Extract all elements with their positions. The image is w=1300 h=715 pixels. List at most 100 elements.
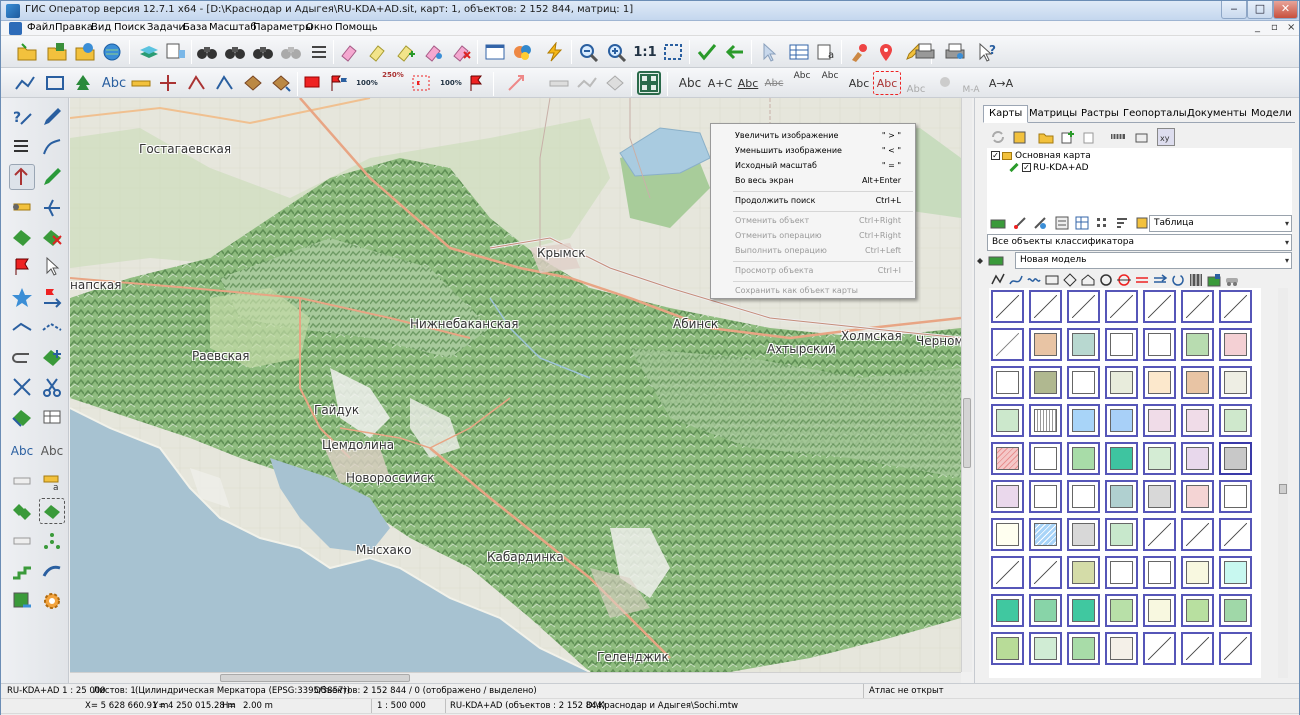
symbol-swatch[interactable] [1219,328,1252,361]
symbol-swatch[interactable] [1181,442,1214,475]
symbol-swatch[interactable] [1143,632,1176,665]
mdi-minimize-button[interactable]: _ [1255,22,1260,33]
menu-item-save-as-map-object[interactable]: Сохранить как объект карты [711,283,915,298]
symbol-swatch[interactable] [1029,328,1062,361]
vertex-tool-icon[interactable] [9,164,35,190]
pencil-green-icon[interactable] [39,164,65,190]
menu-item-full-screen[interactable]: Во весь экран Alt+Enter [711,173,915,188]
scissors-icon[interactable] [39,374,65,400]
menu-item-cancel-object[interactable]: Отменить объект Ctrl+Right [711,213,915,228]
scroll-thumb[interactable] [1279,484,1287,494]
symbol-swatch[interactable] [1181,328,1214,361]
zoom-250-button[interactable]: 250% [381,71,405,95]
merge-disabled-button[interactable]: M-A [959,71,983,95]
symbol-swatch[interactable] [1105,632,1138,665]
model-icon[interactable] [987,251,1005,269]
pattern-type-icon[interactable] [1187,271,1205,289]
symbol-swatch[interactable] [1105,556,1138,589]
star-tool-icon[interactable] [9,284,35,310]
full-extent-icon[interactable] [661,40,685,64]
symbol-swatch[interactable] [1067,328,1100,361]
checkmark-icon[interactable] [695,40,719,64]
pointer-icon[interactable] [757,40,781,64]
flag-arrow-icon[interactable] [39,284,65,310]
menu-help[interactable]: Помощь [335,22,378,33]
symbol-swatch[interactable] [991,480,1024,513]
view-mode-select[interactable]: Таблица ▾ [1149,215,1292,232]
binoculars-search-icon[interactable] [223,40,247,64]
table-edit-icon[interactable] [39,404,65,430]
abc-disabled-button[interactable]: Abc [903,71,929,95]
object-sort-icon[interactable] [1113,214,1131,232]
text-doc-icon[interactable]: a [815,40,839,64]
binoculars-icon[interactable] [195,40,219,64]
abc-label-button[interactable]: Abc [675,71,705,95]
object-list-icon[interactable] [1053,214,1071,232]
flag-icon[interactable] [465,71,489,95]
symbol-swatch[interactable] [991,594,1024,627]
menu-scale[interactable]: Масштаб [209,22,257,33]
menu-item-view-object[interactable]: Просмотр объекта Ctrl+I [711,263,915,278]
arrows-type-icon[interactable] [1151,271,1169,289]
map-export-icon[interactable] [9,588,35,614]
menu-database[interactable]: База [183,22,207,33]
back-arrow-icon[interactable] [723,40,747,64]
symbol-swatch[interactable] [1219,442,1252,475]
open-map-icon[interactable] [45,40,69,64]
label-tool-button[interactable]: Abc [9,438,35,464]
table-view-icon[interactable] [787,40,811,64]
symbol-swatch[interactable] [1181,480,1214,513]
symbol-swatch[interactable] [1143,366,1176,399]
symbol-swatch[interactable] [1067,366,1100,399]
symbol-swatch[interactable] [1219,632,1252,665]
symbol-swatch[interactable] [1181,594,1214,627]
delete-vertex-icon[interactable] [39,224,65,250]
line-disabled-icon[interactable] [575,71,599,95]
symbol-swatch[interactable] [1029,442,1062,475]
open-folder-icon[interactable] [15,40,39,64]
symbol-swatch[interactable] [1143,518,1176,551]
symbol-swatch[interactable] [1143,290,1176,323]
map-list-icon[interactable] [1011,128,1029,146]
list-icon[interactable] [307,40,331,64]
menu-edit[interactable]: Правка [55,22,93,33]
add-object-icon[interactable] [393,40,417,64]
settings-gear-icon[interactable] [39,588,65,614]
grid-view-icon[interactable] [637,71,661,95]
mdi-restore-button[interactable]: ▫ [1271,22,1278,33]
symbol-swatch[interactable] [1029,366,1062,399]
flag-set-icon[interactable] [327,71,351,95]
symbol-swatch[interactable] [991,328,1024,361]
open-globe-icon[interactable] [73,40,97,64]
tree-checkbox[interactable]: ✓ [1022,163,1031,172]
add-map-icon[interactable] [1059,128,1077,146]
torch-a-icon[interactable]: a [39,468,65,494]
zoom-out-icon[interactable] [577,40,601,64]
search-torch-icon[interactable] [9,528,35,554]
menu-search[interactable]: Поиск [114,22,146,33]
symbol-swatch[interactable] [1181,290,1214,323]
print-icon[interactable] [913,40,937,64]
target-type-icon[interactable] [1115,271,1133,289]
abc-strike-button[interactable]: Abc [761,71,787,95]
symbol-swatch[interactable] [991,442,1024,475]
menu-item-zoom-out[interactable]: Уменьшить изображение " < " [711,143,915,158]
select-red-icon[interactable] [301,71,325,95]
palette-scrollbar[interactable] [1278,288,1288,678]
model-select[interactable]: Новая модель ▾ [1015,252,1292,269]
curve-type-icon[interactable] [1007,271,1025,289]
refresh-icon[interactable] [989,128,1007,146]
symbol-swatch[interactable] [1029,594,1062,627]
classifier-select[interactable]: Все объекты классификатора ▾ [987,234,1292,251]
zoom-100-alt-button[interactable]: 100% [439,71,463,95]
symbol-swatch[interactable] [991,290,1024,323]
hatch-type-icon[interactable] [1133,271,1151,289]
map-object-icon[interactable] [989,214,1007,232]
symbol-swatch[interactable] [1143,442,1176,475]
symbol-swatch[interactable] [1143,594,1176,627]
symbol-swatch[interactable] [1181,632,1214,665]
symbol-swatch[interactable] [1219,366,1252,399]
menu-window[interactable]: Окно [306,22,333,33]
binoculars-next-icon[interactable] [251,40,275,64]
tree-child[interactable]: ✓ RU-KDA+AD [1009,162,1089,173]
